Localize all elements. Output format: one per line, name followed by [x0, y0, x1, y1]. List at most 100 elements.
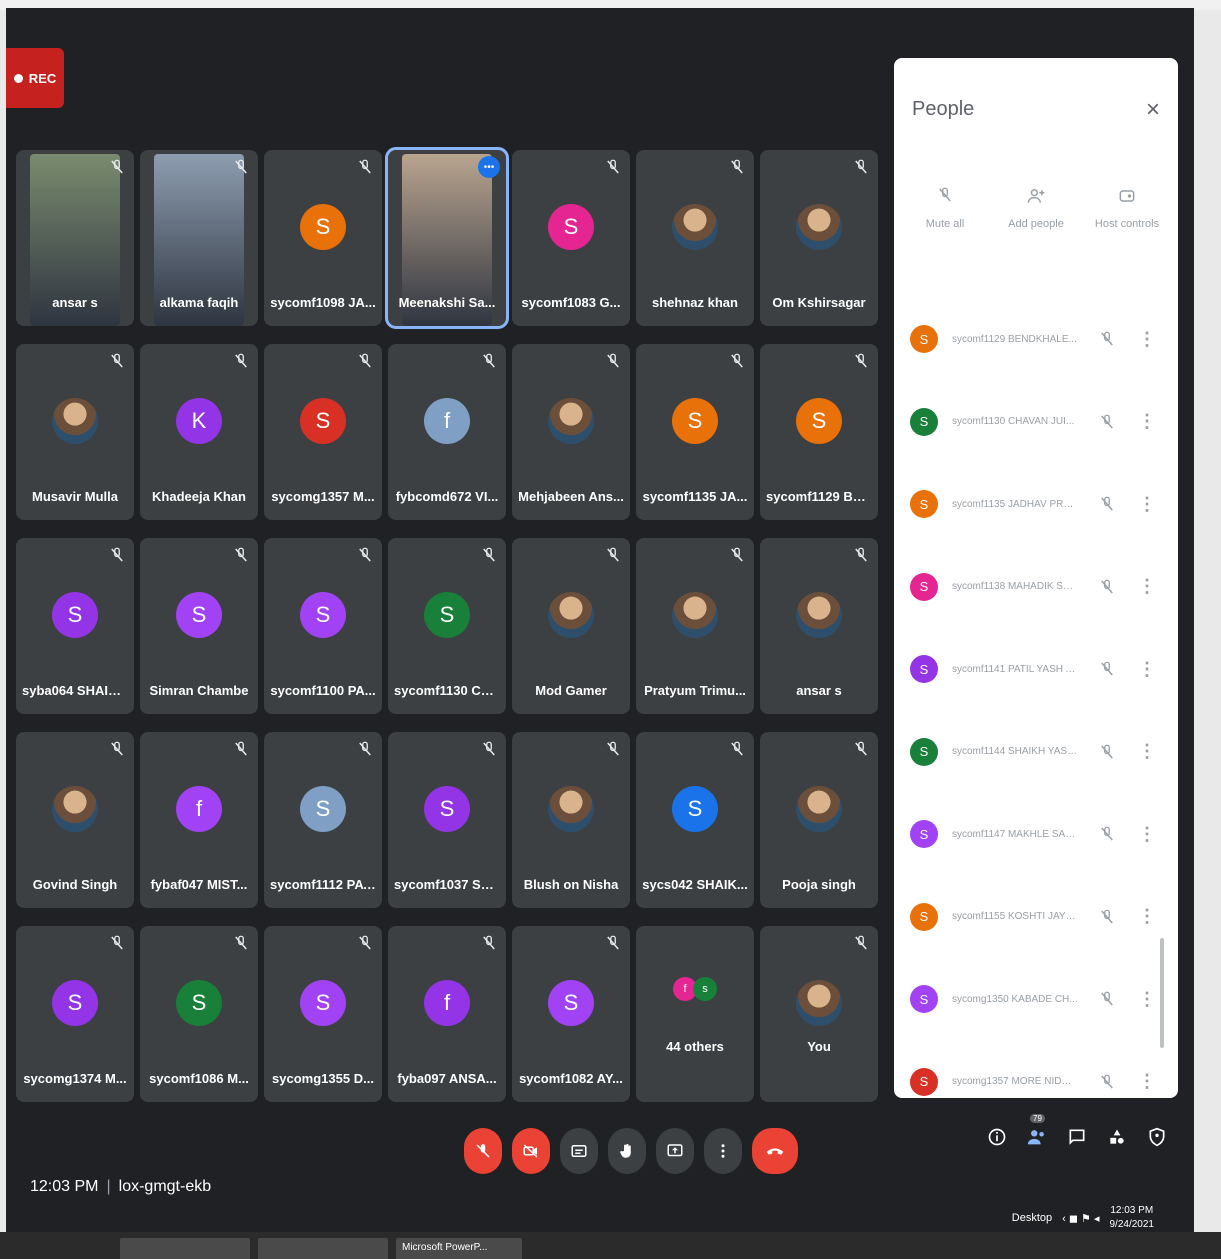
participant-row[interactable]: Ssycomf1135 JADHAV PRA... ⋮: [894, 463, 1178, 546]
close-icon[interactable]: ×: [1146, 96, 1160, 124]
participant-tile[interactable]: Ssycomf1037 SH...: [388, 732, 506, 908]
participant-tile[interactable]: Pooja singh: [760, 732, 878, 908]
mic-off-icon-wrapper[interactable]: [1098, 413, 1116, 431]
chat-button[interactable]: [1066, 1126, 1088, 1148]
participant-tile[interactable]: Ssycomf1086 M...: [140, 926, 258, 1102]
people-button[interactable]: 79: [1026, 1114, 1048, 1148]
participant-tile[interactable]: f s 44 others: [636, 926, 754, 1102]
participant-tile[interactable]: Pratyum Trimu...: [636, 538, 754, 714]
mic-off-icon: [607, 159, 619, 174]
participant-row[interactable]: Ssycomf1129 BENDKHALE... ⋮: [894, 298, 1178, 381]
participant-tile[interactable]: f fybaf047 MIST...: [140, 732, 258, 908]
participant-tile[interactable]: Mehjabeen Ans...: [512, 344, 630, 520]
participant-tile[interactable]: Ssycomg1374 M...: [16, 926, 134, 1102]
more-vert-icon[interactable]: ⋮: [1138, 906, 1156, 927]
participant-tile[interactable]: Ssycomf1129 BE...: [760, 344, 878, 520]
participant-row[interactable]: Ssycomf1138 MAHADIK SH... ⋮: [894, 546, 1178, 629]
taskbar-item-powerpoint[interactable]: Microsoft PowerP...: [396, 1238, 522, 1259]
people-action-host-controls[interactable]: Host controls: [1084, 186, 1170, 230]
avatar: [548, 592, 594, 639]
participant-row[interactable]: Ssycomg1357 MORE NIDHI... ⋮: [894, 1041, 1178, 1099]
taskbar-item-1[interactable]: [120, 1238, 250, 1259]
mic-off-icon-wrapper[interactable]: [1098, 660, 1116, 678]
mic-off-icon-wrapper[interactable]: [1098, 578, 1116, 596]
mic-off-icon-wrapper[interactable]: [1098, 495, 1116, 513]
participant-tile[interactable]: Om Kshirsagar: [760, 150, 878, 326]
avatar: [52, 786, 98, 833]
present-button[interactable]: [656, 1128, 694, 1174]
more-vert-icon[interactable]: ⋮: [1138, 1071, 1156, 1092]
participant-tile[interactable]: Ssycomf1082 AY...: [512, 926, 630, 1102]
participant-tile[interactable]: ••• Meenakshi Sa...: [385, 147, 509, 329]
mic-off-icon-wrapper[interactable]: [1098, 1073, 1116, 1091]
more-vert-icon[interactable]: ⋮: [1138, 494, 1156, 515]
scrollbar[interactable]: [1160, 938, 1164, 1048]
participant-tile[interactable]: Govind Singh: [16, 732, 134, 908]
more-vert-icon[interactable]: ⋮: [1138, 576, 1156, 597]
participant-tile[interactable]: Mod Gamer: [512, 538, 630, 714]
mic-off-button[interactable]: [464, 1128, 502, 1174]
captions-button[interactable]: [560, 1128, 598, 1174]
more-options-button[interactable]: [704, 1128, 742, 1174]
participant-tile[interactable]: S Simran Chambe: [140, 538, 258, 714]
more-vert-icon[interactable]: ⋮: [1138, 329, 1156, 350]
more-vert-icon[interactable]: ⋮: [1138, 411, 1156, 432]
participant-row[interactable]: Ssycomf1130 CHAVAN JUI... ⋮: [894, 381, 1178, 464]
participant-tile[interactable]: ansar s: [16, 150, 134, 326]
participant-tile[interactable]: K Khadeeja Khan: [140, 344, 258, 520]
mic-off-icon: [855, 547, 867, 562]
participant-name: 44 others: [666, 1039, 724, 1054]
tray-icons[interactable]: ‹ ◼ ⚑ ◂: [1062, 1212, 1099, 1225]
mic-off-icon: [731, 159, 743, 174]
host-controls-button[interactable]: [1146, 1126, 1168, 1148]
raise-hand-button[interactable]: [608, 1128, 646, 1174]
participant-tile[interactable]: shehnaz khan: [636, 150, 754, 326]
mic-off-icon-wrapper[interactable]: [1098, 330, 1116, 348]
avatar: S: [910, 407, 938, 436]
participant-tile[interactable]: Ssycomf1112 PAT...: [264, 732, 382, 908]
participant-tile[interactable]: Musavir Mulla: [16, 344, 134, 520]
participant-grid: ansar s alkama faqih Ssycomf1098 JA... ••• M…: [16, 147, 882, 1102]
desktop-label[interactable]: Desktop: [1012, 1212, 1052, 1224]
participant-tile[interactable]: Ssycomf1083 G...: [512, 150, 630, 326]
participant-row[interactable]: Ssycomg1350 KABADE CH... ⋮: [894, 958, 1178, 1041]
participant-tile[interactable]: Ssyba064 SHAIK...: [16, 538, 134, 714]
participant-tile[interactable]: Ssycomf1100 PA...: [264, 538, 382, 714]
participant-tile[interactable]: Ssycomf1098 JA...: [264, 150, 382, 326]
mic-off-icon-wrapper: [852, 352, 870, 370]
mic-off-icon-wrapper[interactable]: [1098, 990, 1116, 1008]
participant-tile[interactable]: Ssycomg1357 M...: [264, 344, 382, 520]
system-clock[interactable]: 12:03 PM 9/24/2021: [1110, 1204, 1155, 1232]
mic-off-icon: [235, 935, 247, 950]
mic-off-icon-wrapper[interactable]: [1098, 908, 1116, 926]
mic-off-icon-wrapper[interactable]: [1098, 743, 1116, 761]
camera-off-button[interactable]: [512, 1128, 550, 1174]
leave-call-button[interactable]: [752, 1128, 798, 1174]
participant-tile[interactable]: ansar s: [760, 538, 878, 714]
participant-tile[interactable]: Ssycomf1135 JA...: [636, 344, 754, 520]
participant-row[interactable]: Ssycomf1147 MAKHLE SAH... ⋮: [894, 793, 1178, 876]
participant-row[interactable]: Ssycomf1141 PATIL YASH A... ⋮: [894, 628, 1178, 711]
taskbar-item-2[interactable]: [258, 1238, 388, 1259]
activities-button[interactable]: [1106, 1126, 1128, 1148]
participant-row[interactable]: Ssycomf1144 SHAIKH YASE... ⋮: [894, 711, 1178, 794]
more-vert-icon[interactable]: ⋮: [1138, 989, 1156, 1010]
more-vert-icon[interactable]: ⋮: [1138, 824, 1156, 845]
participant-tile[interactable]: f fyba097 ANSA...: [388, 926, 506, 1102]
participant-tile[interactable]: alkama faqih: [140, 150, 258, 326]
participant-name: sycomf1144 SHAIKH YASE...: [952, 746, 1078, 758]
participant-tile[interactable]: Blush on Nisha: [512, 732, 630, 908]
participant-tile[interactable]: You: [760, 926, 878, 1102]
avatar: S: [910, 737, 938, 766]
more-vert-icon[interactable]: ⋮: [1138, 741, 1156, 762]
participant-tile[interactable]: Ssycomf1130 CH...: [388, 538, 506, 714]
meeting-details-button[interactable]: [986, 1126, 1008, 1148]
people-action-mic-off[interactable]: Mute all: [902, 186, 988, 230]
people-action-add-person[interactable]: Add people: [993, 186, 1079, 230]
participant-tile[interactable]: Ssycomg1355 D...: [264, 926, 382, 1102]
participant-row[interactable]: Ssycomf1155 KOSHTI JAYE... ⋮: [894, 876, 1178, 959]
participant-tile[interactable]: f fybcomd672 VI...: [388, 344, 506, 520]
mic-off-icon-wrapper[interactable]: [1098, 825, 1116, 843]
more-vert-icon[interactable]: ⋮: [1138, 659, 1156, 680]
participant-tile[interactable]: Ssycs042 SHAIK...: [636, 732, 754, 908]
